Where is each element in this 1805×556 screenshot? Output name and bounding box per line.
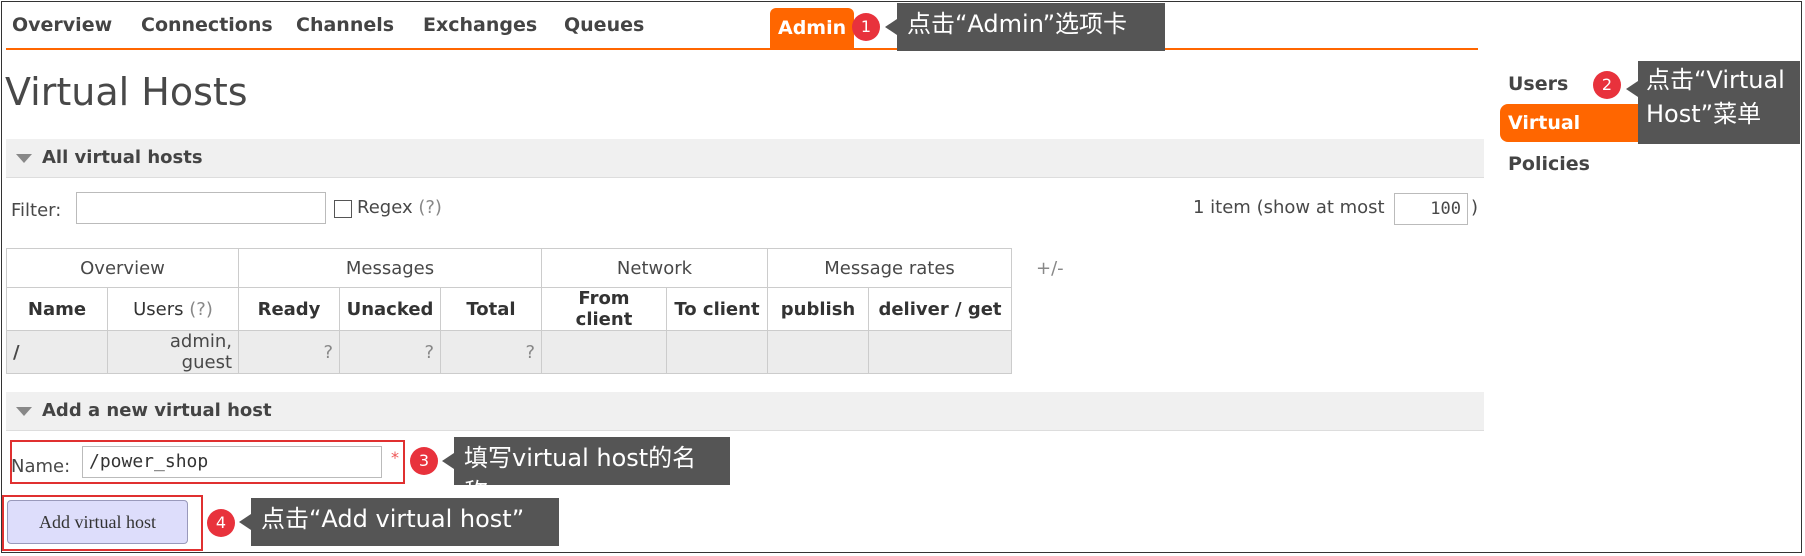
- cell-unacked: ?: [339, 330, 441, 374]
- item-count-label: 1 item (show at most: [1193, 197, 1385, 218]
- add-virtual-host-button[interactable]: Add virtual host: [7, 500, 188, 544]
- col-users[interactable]: Users (?): [107, 287, 239, 331]
- tab-admin[interactable]: Admin: [770, 8, 855, 48]
- sidebar-item-policies[interactable]: Policies: [1508, 153, 1590, 175]
- collapse-triangle-icon: [16, 154, 32, 163]
- callout-pointer-icon: [239, 514, 251, 530]
- item-count-close: ): [1471, 197, 1479, 218]
- group-network: Network: [541, 248, 768, 288]
- col-unacked[interactable]: Unacked: [339, 287, 441, 331]
- col-to-client[interactable]: To client: [666, 287, 768, 331]
- annotation-badge-2: 2: [1593, 71, 1621, 99]
- filter-input[interactable]: [76, 192, 326, 224]
- cell-from-client: [541, 330, 667, 374]
- table-group-header: Overview Messages Network Message rates: [6, 248, 1012, 288]
- regex-label: Regex (?): [357, 197, 442, 218]
- annotation-text-2a: 点击“Virtual: [1646, 66, 1785, 94]
- annotation-text-4: 点击“Add virtual host”: [261, 505, 525, 533]
- regex-help-link[interactable]: (?): [418, 197, 442, 218]
- cell-publish: [767, 330, 869, 374]
- regex-text: Regex: [357, 197, 413, 218]
- cell-to-client: [666, 330, 768, 374]
- group-messages: Messages: [238, 248, 542, 288]
- users-help-link[interactable]: (?): [189, 299, 213, 320]
- vhost-name-input[interactable]: /power_shop: [82, 446, 382, 478]
- annotation-callout-1: 点击“Admin”选项卡: [885, 3, 1165, 51]
- tab-exchanges[interactable]: Exchanges: [423, 14, 537, 36]
- annotation-text-2b: Host”菜单: [1646, 100, 1762, 128]
- cell-ready: ?: [238, 330, 340, 374]
- group-message-rates: Message rates: [767, 248, 1012, 288]
- name-label: Name:: [11, 456, 71, 477]
- callout-pointer-icon: [442, 453, 454, 469]
- filter-label: Filter:: [11, 200, 62, 221]
- col-users-label: Users: [133, 298, 184, 320]
- section-all-virtual-hosts[interactable]: All virtual hosts: [6, 139, 1484, 178]
- col-ready[interactable]: Ready: [238, 287, 340, 331]
- table-row[interactable]: / admin, guest ? ? ?: [6, 330, 1012, 374]
- page-size-input[interactable]: 100: [1394, 193, 1468, 225]
- sidebar-item-users[interactable]: Users: [1508, 73, 1568, 95]
- callout-pointer-icon: [1626, 81, 1638, 97]
- cell-deliver-get: [868, 330, 1012, 374]
- section-add-virtual-host[interactable]: Add a new virtual host: [6, 392, 1484, 431]
- regex-checkbox[interactable]: [334, 200, 352, 218]
- page-title: Virtual Hosts: [5, 70, 248, 114]
- section-title: All virtual hosts: [42, 147, 203, 168]
- section-title: Add a new virtual host: [42, 400, 272, 421]
- col-from-client[interactable]: From client: [541, 287, 667, 331]
- annotation-text-1: 点击“Admin”选项卡: [907, 10, 1128, 38]
- col-name[interactable]: Name: [6, 287, 108, 331]
- sidebar-item-virtual-hosts[interactable]: Virtual Hosts: [1500, 104, 1640, 172]
- annotation-badge-4: 4: [207, 509, 235, 537]
- tab-overview[interactable]: Overview: [12, 14, 112, 36]
- tab-channels[interactable]: Channels: [296, 14, 394, 36]
- top-nav: Overview Connections Channels Exchanges …: [6, 6, 1478, 50]
- cell-users: admin, guest: [107, 330, 239, 374]
- col-total[interactable]: Total: [440, 287, 542, 331]
- annotation-callout-3: 填写virtual host的名称: [442, 437, 730, 506]
- columns-toggle-link[interactable]: +/-: [1036, 258, 1064, 279]
- annotation-callout-4: 点击“Add virtual host”: [239, 498, 559, 546]
- required-mark: *: [391, 448, 399, 467]
- callout-pointer-icon: [885, 19, 897, 35]
- table-column-header: Name Users (?) Ready Unacked Total From …: [6, 287, 1012, 331]
- annotation-badge-3: 3: [410, 447, 438, 475]
- cell-name-link[interactable]: /: [6, 330, 108, 374]
- collapse-triangle-icon: [16, 407, 32, 416]
- annotation-badge-1: 1: [852, 13, 880, 41]
- annotation-callout-2: 点击“Virtual Host”菜单: [1626, 61, 1800, 144]
- cell-total: ?: [440, 330, 542, 374]
- tab-queues[interactable]: Queues: [564, 14, 644, 36]
- col-publish[interactable]: publish: [767, 287, 869, 331]
- col-deliver-get[interactable]: deliver / get: [868, 287, 1012, 331]
- group-overview: Overview: [6, 248, 239, 288]
- vhosts-table: Overview Messages Network Message rates …: [6, 248, 1012, 374]
- tab-connections[interactable]: Connections: [141, 14, 273, 36]
